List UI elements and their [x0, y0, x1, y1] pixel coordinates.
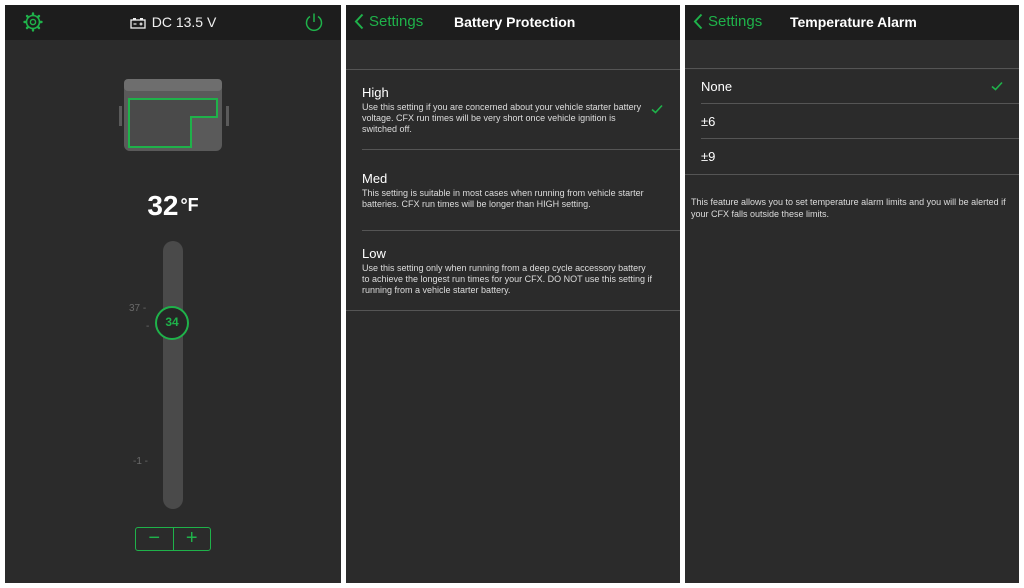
option-med-desc: This setting is suitable in most cases w…: [362, 188, 644, 209]
battery-protection-screen: Settings Battery Protection High Use thi…: [346, 5, 680, 583]
page-title: Temperature Alarm: [790, 14, 917, 30]
voltage-label: DC 13.5 V: [151, 14, 217, 30]
checkmark-icon: [651, 104, 663, 114]
option-none[interactable]: None: [701, 79, 732, 94]
divider: [685, 174, 1019, 175]
section-spacer: [346, 40, 680, 70]
decrease-button[interactable]: −: [136, 528, 173, 550]
top-bar: DC 13.5 V: [5, 5, 341, 40]
scale-tick: -: [146, 321, 150, 332]
fridge-icon: [119, 79, 229, 151]
scale-bottom-label: -1 -: [133, 456, 149, 467]
chevron-left-icon: [354, 13, 364, 30]
setpoint-stepper: − +: [135, 527, 211, 551]
page-title: Battery Protection: [454, 14, 576, 30]
option-med-name: Med: [362, 171, 388, 186]
checkmark-icon: [991, 81, 1003, 91]
chevron-left-icon: [693, 13, 703, 30]
option-plus-minus-6[interactable]: ±6: [701, 114, 715, 129]
divider: [685, 68, 1019, 69]
option-low-name: Low: [362, 246, 386, 261]
alarm-description: This feature allows you to set temperatu…: [691, 197, 1006, 219]
back-label: Settings: [708, 13, 763, 30]
option-med[interactable]: Med This setting is suitable in most cas…: [362, 171, 652, 210]
option-high-name: High: [362, 85, 389, 100]
divider: [362, 149, 680, 150]
nav-bar: Settings Temperature Alarm: [685, 5, 1019, 40]
temperature-unit: °F: [180, 195, 199, 215]
divider: [701, 103, 1019, 104]
temperature-alarm-screen: Settings Temperature Alarm None ±6 ±9 Th…: [685, 5, 1019, 583]
option-low-desc: Use this setting only when running from …: [362, 263, 652, 295]
scale-bottom-value: -1: [133, 456, 142, 467]
power-status: DC 13.5 V: [5, 14, 341, 30]
divider: [362, 230, 680, 231]
battery-icon: [130, 18, 146, 29]
back-button[interactable]: Settings: [354, 13, 423, 30]
option-low[interactable]: Low Use this setting only when running f…: [362, 246, 652, 296]
temperature-value: 32: [147, 190, 179, 221]
temperature-slider-track[interactable]: [163, 241, 183, 509]
divider: [701, 138, 1019, 139]
option-high-desc: Use this setting if you are concerned ab…: [362, 102, 642, 134]
scale-top-value: 37: [129, 303, 141, 314]
power-icon[interactable]: [303, 11, 325, 33]
divider: [346, 310, 680, 311]
fridge-control-screen: DC 13.5 V 32 °F 37 - - -1 - 34 − +: [5, 5, 341, 583]
current-temperature: 32 °F: [5, 190, 341, 222]
setpoint-knob[interactable]: 34: [155, 306, 189, 340]
back-label: Settings: [369, 13, 424, 30]
divider: [346, 69, 680, 70]
scale-top-label: 37 -: [129, 303, 147, 314]
increase-button[interactable]: +: [172, 528, 211, 550]
nav-bar: Settings Battery Protection: [346, 5, 680, 40]
option-high[interactable]: High Use this setting if you are concern…: [362, 85, 652, 135]
back-button[interactable]: Settings: [693, 13, 762, 30]
option-plus-minus-9[interactable]: ±9: [701, 149, 715, 164]
section-spacer: [685, 40, 1019, 70]
